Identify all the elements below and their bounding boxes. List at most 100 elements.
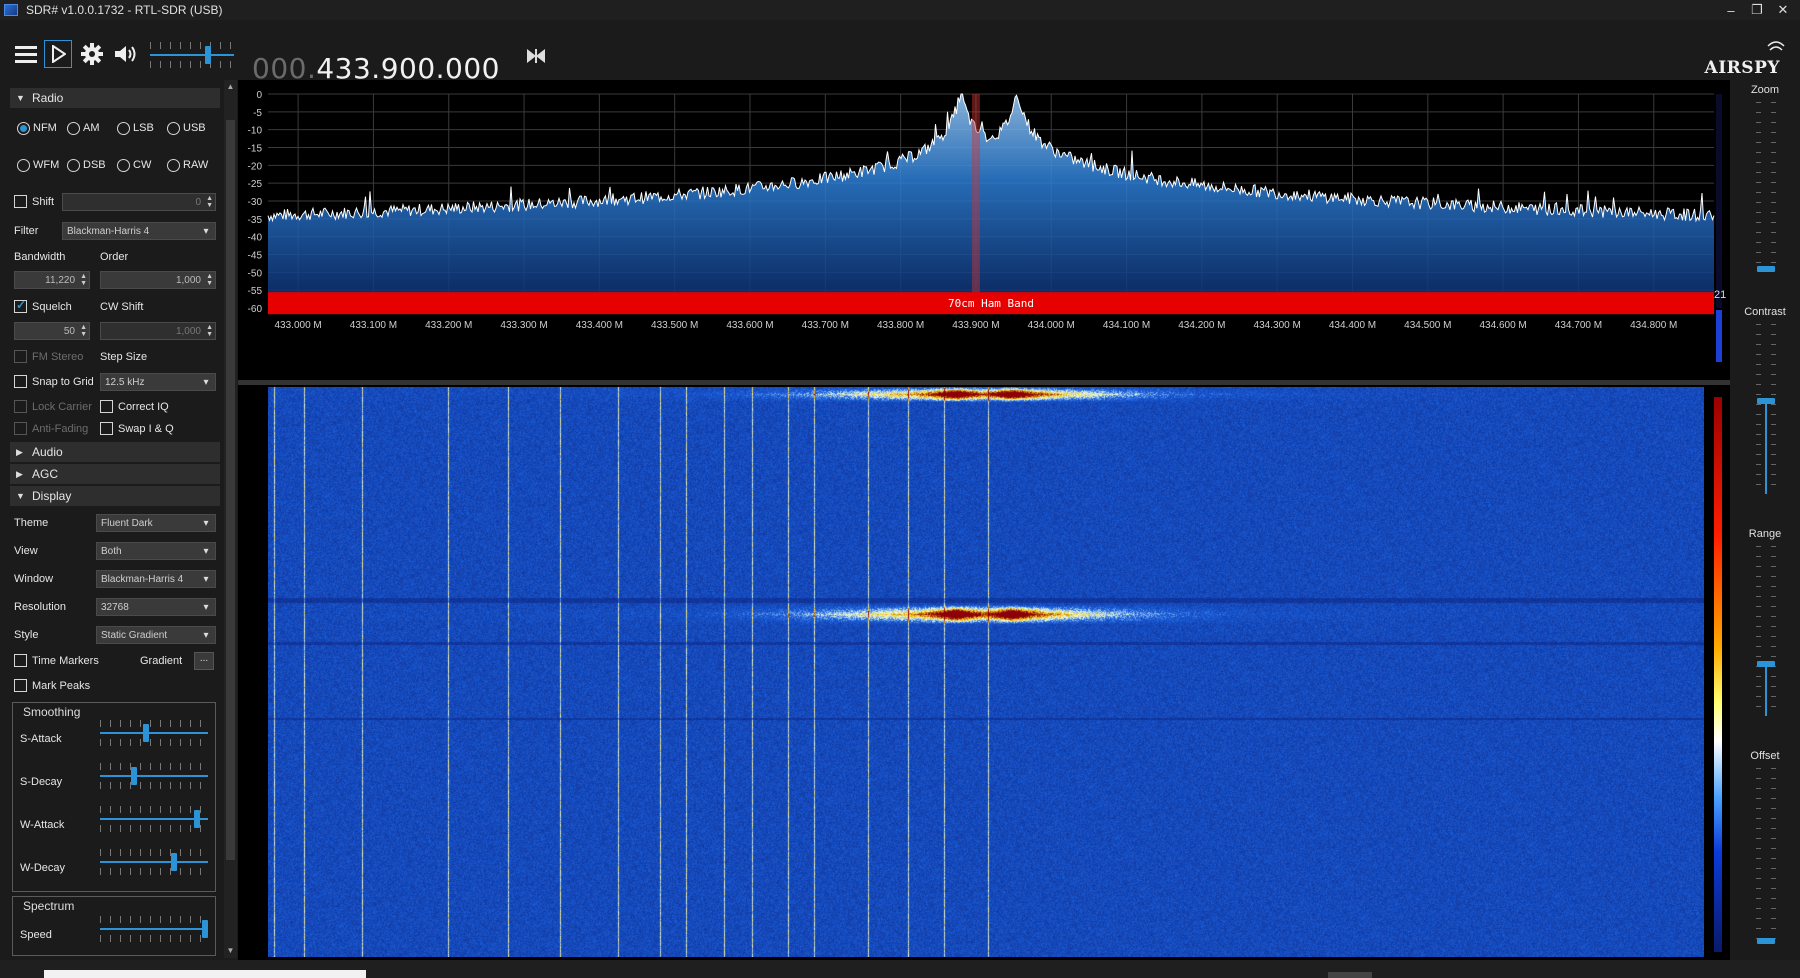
mark-peaks-checkbox[interactable] [14, 679, 27, 692]
fm-stereo-checkbox[interactable] [14, 350, 27, 363]
offset-slider[interactable] [1756, 768, 1776, 944]
smoothing-title: Smoothing [23, 705, 81, 719]
waterfall-display[interactable] [268, 387, 1704, 957]
theme-value: Fluent Dark [101, 517, 153, 529]
agc-section-header[interactable]: ▶ AGC [10, 464, 220, 484]
mode-cw-radio[interactable] [117, 159, 130, 172]
bandwidth-input[interactable]: 11,220 ▲ ▼ [14, 271, 90, 289]
lock-carrier-checkbox[interactable] [14, 400, 27, 413]
shift-checkbox[interactable] [14, 195, 27, 208]
mode-lsb-radio[interactable] [117, 122, 130, 135]
expand-arrow-icon: ▶ [16, 468, 23, 479]
gradient-button[interactable]: ... [194, 652, 214, 670]
chevron-down-icon: ▾ [203, 225, 209, 237]
correct-iq-checkbox[interactable] [100, 400, 113, 413]
speed-slider[interactable] [100, 914, 208, 944]
s-attack-slider[interactable] [100, 718, 208, 748]
mode-wfm-radio[interactable] [17, 159, 30, 172]
chevron-down-icon: ▾ [203, 545, 209, 557]
range-slider[interactable] [1756, 546, 1776, 716]
squelch-checkbox[interactable] [14, 298, 27, 313]
tune-lock-icon[interactable] [522, 42, 550, 70]
mode-dsb-label: DSB [83, 159, 106, 171]
spinner-icon[interactable]: ▲ ▼ [206, 324, 213, 338]
volume-slider[interactable] [150, 40, 234, 70]
squelch-input[interactable]: 50 ▲ ▼ [14, 322, 90, 340]
close-button[interactable]: ✕ [1770, 0, 1796, 20]
style-select[interactable]: Static Gradient ▾ [96, 626, 216, 644]
y-tick-label: -35 [248, 215, 263, 226]
mode-nfm-label: NFM [33, 122, 57, 134]
offset-label: Offset [1750, 750, 1780, 762]
spectrum-chart[interactable]: 0 -5 -10 -15 -20 -25 -30 -35 -40 -45 -50 -55 -60 433… [238, 80, 1730, 380]
mode-usb-label: USB [183, 122, 206, 134]
level-bar-bg [1716, 94, 1722, 308]
band-plan-label: 70cm Ham Band [948, 297, 1034, 310]
maximize-button[interactable]: ❐ [1744, 0, 1770, 20]
x-tick-label: 433.700 M [802, 320, 849, 331]
snap-to-grid-label: Snap to Grid [32, 376, 94, 388]
x-tick-label: 434.200 M [1178, 320, 1225, 331]
resolution-label: Resolution [14, 601, 66, 613]
lock-carrier-label: Lock Carrier [32, 401, 92, 413]
speaker-icon[interactable] [112, 40, 140, 68]
w-attack-slider[interactable] [100, 804, 208, 834]
mode-raw-radio[interactable] [167, 159, 180, 172]
y-tick-label: -40 [248, 233, 263, 244]
minimize-button[interactable]: – [1718, 0, 1744, 20]
step-size-select[interactable]: 12.5 kHz ▾ [100, 373, 216, 391]
swap-iq-label: Swap I & Q [118, 423, 174, 435]
spinner-icon[interactable]: ▲ ▼ [80, 273, 87, 287]
horizontal-scroll-thumb[interactable] [1328, 972, 1372, 978]
sidebar-scrollbar[interactable] [224, 80, 237, 958]
w-decay-slider[interactable] [100, 847, 208, 877]
anti-fading-checkbox[interactable] [14, 422, 27, 435]
display-section-header[interactable]: ▼ Display [10, 486, 220, 506]
filter-label: Filter [14, 225, 39, 237]
snap-to-grid-checkbox[interactable] [14, 375, 27, 388]
spinner-icon[interactable]: ▲ ▼ [80, 324, 87, 338]
range-label: Range [1748, 528, 1782, 540]
contrast-slider[interactable] [1756, 324, 1776, 494]
scroll-up-icon[interactable]: ▲ [224, 82, 237, 91]
time-markers-checkbox[interactable] [14, 654, 27, 667]
mode-dsb-radio[interactable] [67, 159, 80, 172]
mode-am-radio[interactable] [67, 122, 80, 135]
x-tick-label: 433.600 M [726, 320, 773, 331]
swap-iq-checkbox[interactable] [100, 422, 113, 435]
filter-select[interactable]: Blackman-Harris 4 ▾ [62, 222, 216, 240]
play-icon[interactable] [44, 40, 72, 68]
mode-nfm-radio[interactable] [17, 122, 30, 135]
menu-icon[interactable] [12, 40, 40, 68]
waterfall-panel[interactable] [238, 385, 1730, 960]
mode-usb-radio[interactable] [167, 122, 180, 135]
zoom-slider[interactable] [1756, 102, 1776, 272]
theme-select[interactable]: Fluent Dark ▾ [96, 514, 216, 532]
spinner-icon[interactable]: ▲ ▼ [206, 273, 213, 287]
level-bar [1716, 310, 1722, 362]
window-select[interactable]: Blackman-Harris 4 ▾ [96, 570, 216, 588]
view-select[interactable]: Both ▾ [96, 542, 216, 560]
spectrum-panel[interactable]: 0 -5 -10 -15 -20 -25 -30 -35 -40 -45 -50 -55 -60 433… [238, 80, 1730, 380]
s-decay-label: S-Decay [20, 776, 63, 788]
s-decay-slider[interactable] [100, 761, 208, 791]
gear-icon[interactable] [78, 40, 106, 68]
shift-input[interactable]: 0 ▲ ▼ [62, 193, 216, 211]
cwshift-input[interactable]: 1,000 ▲ ▼ [100, 322, 216, 340]
radio-section-header[interactable]: ▼ Radio [10, 88, 220, 108]
y-tick-label: -60 [248, 304, 263, 315]
x-tick-label: 433.100 M [350, 320, 397, 331]
resolution-select[interactable]: 32768 ▾ [96, 598, 216, 616]
spinner-icon[interactable]: ▲ ▼ [206, 195, 213, 209]
step-size-value: 12.5 kHz [105, 376, 145, 388]
audio-section-header[interactable]: ▶ Audio [10, 442, 220, 462]
w-decay-label: W-Decay [20, 862, 66, 874]
scroll-down-icon[interactable]: ▼ [224, 946, 237, 955]
vfo-center-marker[interactable] [971, 94, 980, 308]
order-value: 1,000 [175, 274, 201, 286]
y-tick-label: -10 [248, 126, 263, 137]
x-tick-label: 434.800 M [1630, 320, 1677, 331]
order-input[interactable]: 1,000 ▲ ▼ [100, 271, 216, 289]
chevron-down-icon: ▾ [203, 376, 209, 388]
shift-value: 0 [195, 196, 201, 208]
